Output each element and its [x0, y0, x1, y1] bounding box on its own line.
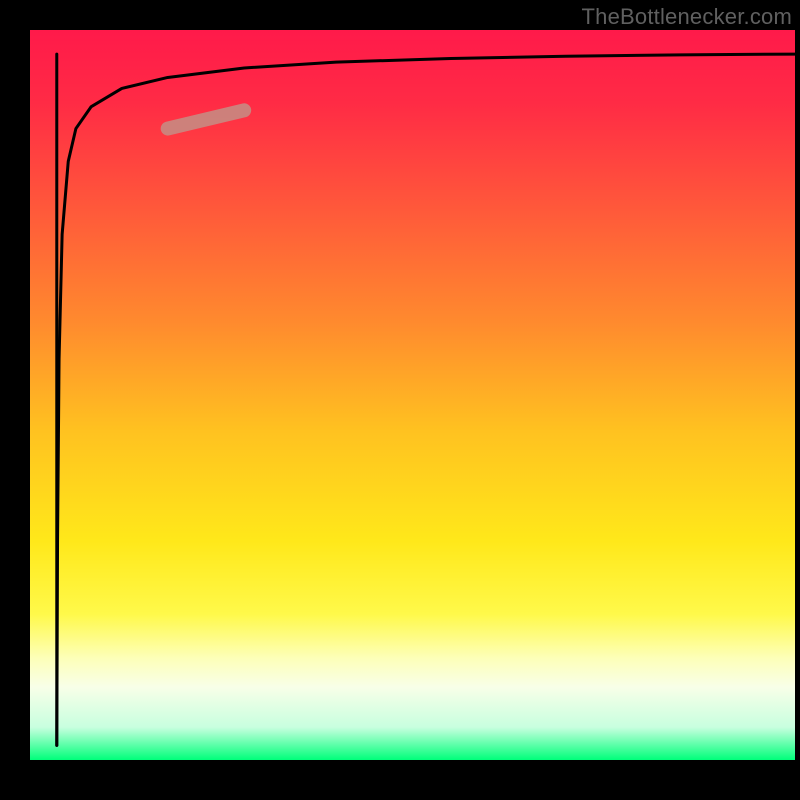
frame-bottom — [0, 760, 800, 800]
chart-stage: TheBottlenecker.com — [0, 0, 800, 800]
watermark-text: TheBottlenecker.com — [582, 4, 792, 30]
chart-canvas — [0, 0, 800, 800]
frame-left — [0, 0, 30, 800]
gradient-background — [30, 30, 795, 760]
frame-right — [795, 0, 800, 800]
